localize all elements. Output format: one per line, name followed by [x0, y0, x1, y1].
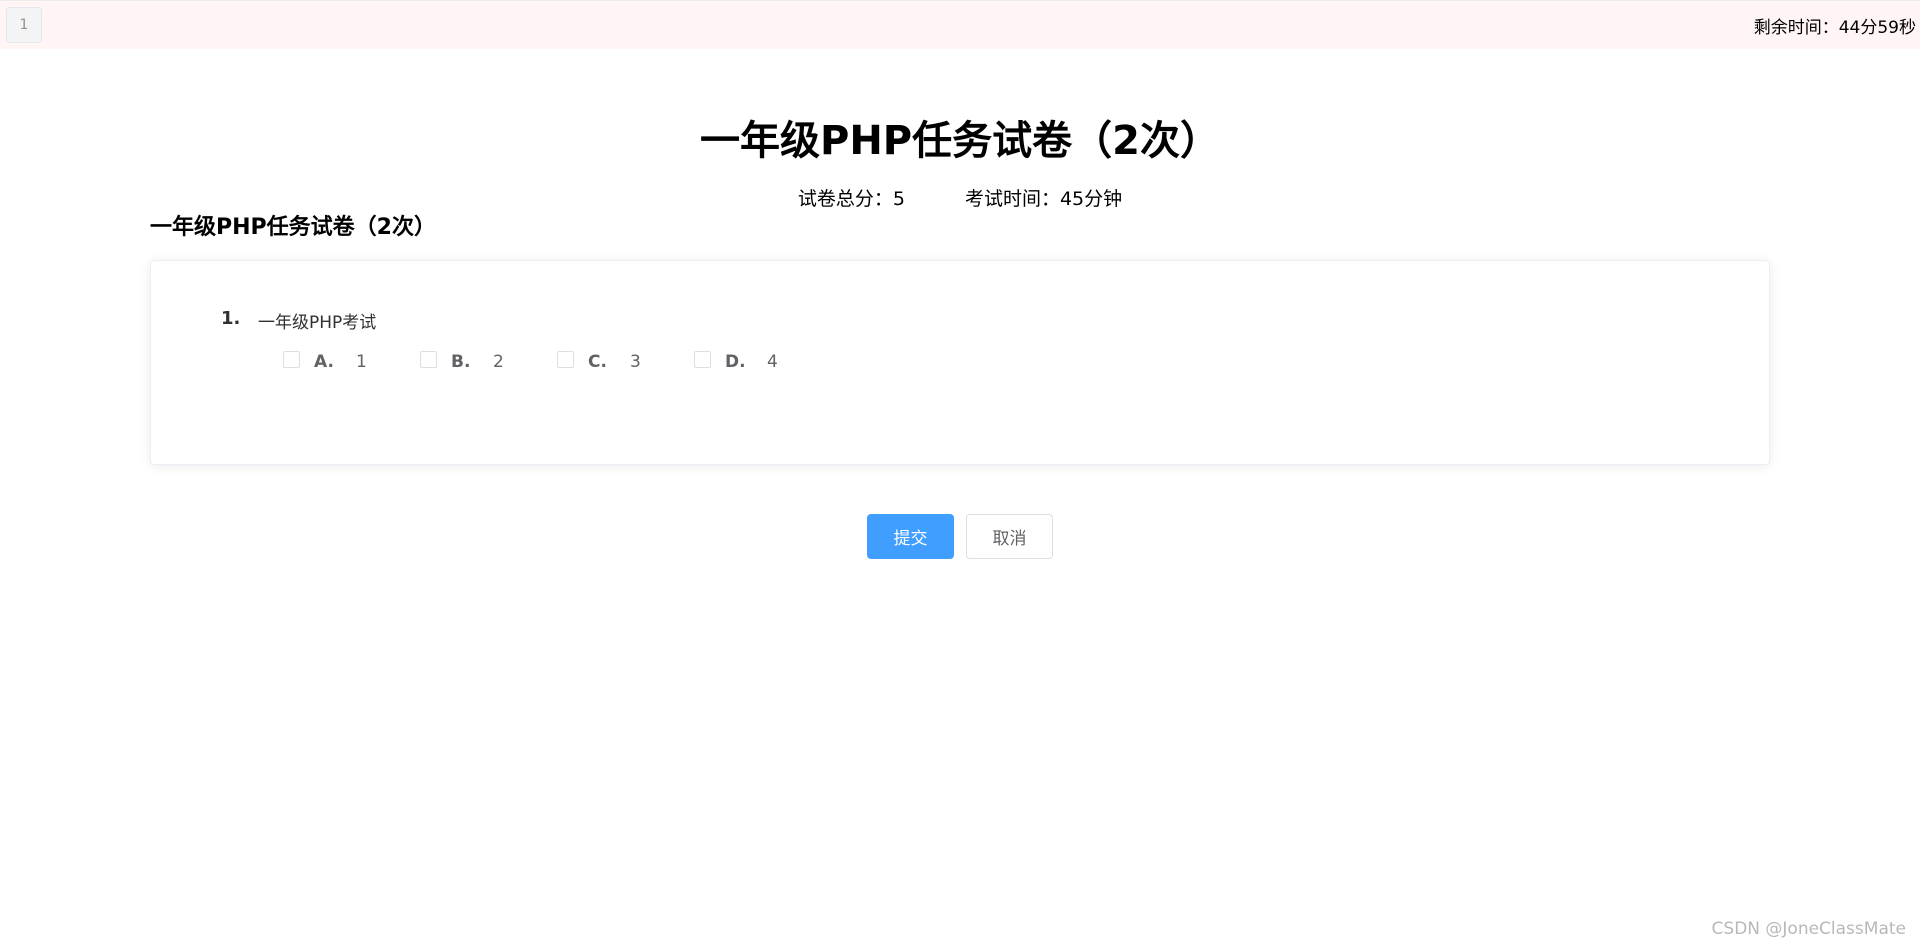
question-text: 一年级PHP考试: [258, 313, 377, 333]
option-list: A. 1 B. 2 C. 3 D. 4: [283, 350, 831, 372]
option-d[interactable]: D. 4: [694, 350, 795, 372]
exam-meta: 试卷总分：5 考试时间：45分钟: [0, 184, 1920, 211]
option-b-checkbox[interactable]: [420, 350, 437, 368]
option-text: 1: [356, 352, 367, 372]
section-title: 一年级PHP任务试卷（2次）: [150, 215, 436, 240]
exam-duration: 考试时间：45分钟: [964, 188, 1123, 210]
submit-button[interactable]: 提交: [867, 514, 954, 559]
option-letter: A.: [314, 352, 334, 372]
option-a[interactable]: A. 1: [283, 350, 384, 372]
countdown-timer: 剩余时间：44分59秒: [1753, 18, 1916, 38]
total-score: 试卷总分：5: [797, 188, 905, 210]
option-text: 2: [493, 352, 504, 372]
page-title: 一年级PHP任务试卷（2次）: [700, 118, 1220, 164]
option-c-checkbox[interactable]: [557, 350, 574, 368]
option-a-checkbox[interactable]: [283, 350, 300, 368]
option-letter: C.: [588, 352, 607, 372]
option-c[interactable]: C. 3: [557, 350, 658, 372]
option-text: 4: [767, 352, 778, 372]
top-bar: 1 剩余时间：44分59秒: [0, 0, 1920, 49]
question-nav-button-1[interactable]: 1: [6, 7, 42, 43]
question-number: 1.: [221, 308, 241, 329]
question-card: 1. 一年级PHP考试 A. 1 B. 2 C. 3 D. 4: [150, 260, 1770, 465]
option-b[interactable]: B. 2: [420, 350, 521, 372]
option-text: 3: [630, 352, 641, 372]
watermark: CSDN @JoneClassMate: [1711, 919, 1906, 939]
cancel-button[interactable]: 取消: [966, 514, 1053, 559]
option-letter: B.: [451, 352, 471, 372]
option-d-checkbox[interactable]: [694, 350, 711, 368]
option-letter: D.: [725, 352, 746, 372]
